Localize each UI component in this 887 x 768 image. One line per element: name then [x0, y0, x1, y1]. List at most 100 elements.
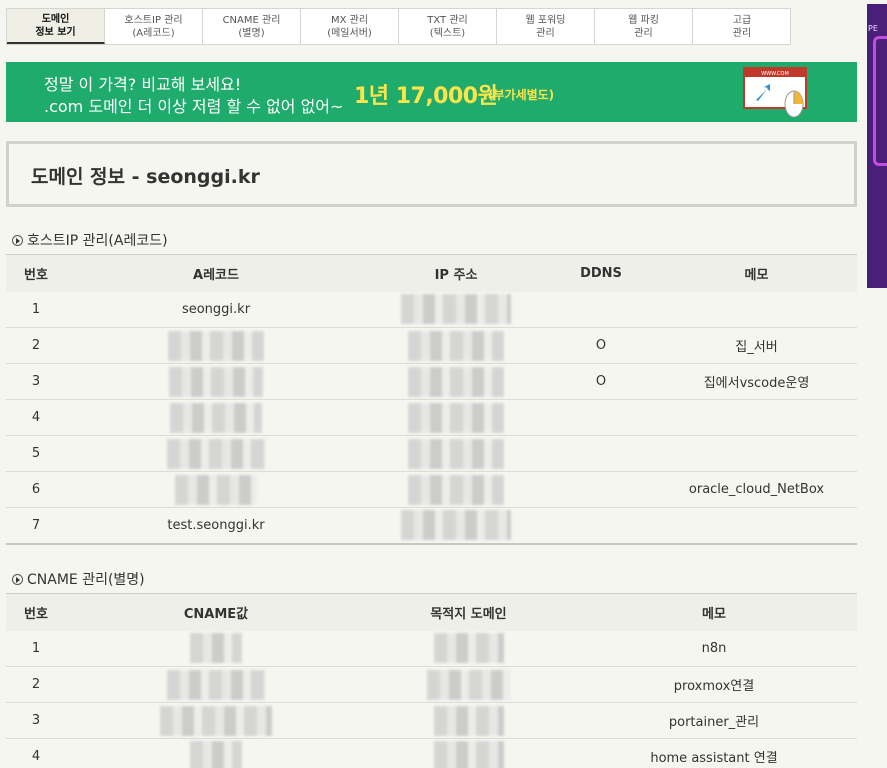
tab-0[interactable]: 도메인 정보 보기	[7, 9, 105, 44]
memo: 집에서vscode운영	[656, 363, 857, 400]
row-number: 7	[6, 507, 66, 545]
a-record-value	[66, 399, 366, 436]
tab-label-line1: MX 관리	[330, 14, 369, 26]
ip-address	[366, 399, 546, 436]
redacted-value	[190, 741, 242, 768]
ddns-flag	[546, 507, 656, 545]
tab-label-line1: 호스트IP 관리	[124, 14, 183, 26]
tab-label-line2: 정보 보기	[35, 26, 76, 38]
table-row[interactable]: 4 home assistant 연결	[6, 738, 857, 768]
a-record-value: seonggi.kr	[66, 291, 366, 328]
cname-value	[66, 630, 366, 667]
cname-value	[66, 738, 366, 768]
row-number: 2	[6, 666, 66, 703]
column-header: 목적지 도메인	[366, 593, 571, 631]
redacted-value	[401, 510, 511, 541]
memo: oracle_cloud_NetBox	[656, 471, 857, 508]
column-header: DDNS	[546, 254, 656, 292]
a-record-value	[66, 471, 366, 508]
table-row[interactable]: 6 oracle_cloud_NetBox	[6, 471, 857, 508]
table-row[interactable]: 1 seonggi.kr	[6, 291, 857, 328]
redacted-value	[433, 741, 504, 768]
table-row[interactable]: 5	[6, 435, 857, 472]
column-header: 번호	[6, 254, 66, 292]
ip-address	[366, 471, 546, 508]
memo	[656, 435, 857, 472]
tab-label-line2: (별명)	[238, 27, 265, 39]
ddns-flag: O	[546, 363, 656, 400]
illus-text: WWW.COM	[761, 71, 789, 77]
promo-banner[interactable]: 정말 이 가격? 비교해 보세요! .com 도메인 더 이상 저렴 할 수 없…	[6, 62, 857, 122]
table-row[interactable]: 4	[6, 399, 857, 436]
table-row[interactable]: 2 proxmox연결	[6, 666, 857, 703]
ddns-flag	[546, 291, 656, 328]
column-header: A레코드	[66, 254, 366, 292]
tab-6[interactable]: 웹 파킹 관리	[595, 9, 693, 44]
table-row[interactable]: 1 n8n	[6, 630, 857, 667]
memo	[656, 399, 857, 436]
page-title-box: 도메인 정보 - seonggi.kr	[6, 141, 857, 207]
column-header: CNAME값	[66, 593, 366, 631]
tab-label-line1: 고급	[732, 14, 752, 26]
ddns-flag	[546, 399, 656, 436]
tab-1[interactable]: 호스트IP 관리 (A레코드)	[105, 9, 203, 44]
a-record-value	[66, 363, 366, 400]
banner-vat: (부가세별도)	[488, 88, 555, 102]
table-row[interactable]: 3 O 집에서vscode운영	[6, 363, 857, 400]
redacted-value	[160, 705, 272, 736]
ip-address	[366, 291, 546, 328]
cname-table: 번호 CNAME값 목적지 도메인 메모 1 n8n 2 proxmox연결 3 portain…	[6, 593, 857, 768]
table-row[interactable]: 2 O 집_서버	[6, 327, 857, 364]
side-ad-label: PE	[868, 24, 878, 33]
tab-label-line1: 웹 포워딩	[525, 14, 566, 26]
destination-domain	[366, 630, 571, 667]
redacted-value	[167, 438, 265, 469]
row-number: 5	[6, 435, 66, 472]
ddns-flag	[546, 435, 656, 472]
ip-address	[366, 507, 546, 545]
tab-5[interactable]: 웹 포워딩 관리	[497, 9, 595, 44]
redacted-value	[167, 669, 265, 700]
tab-label-line1: 웹 파킹	[628, 14, 659, 26]
a-record-title-text: 호스트IP 관리(A레코드)	[27, 233, 168, 249]
tab-label-line1: CNAME 관리	[222, 14, 281, 26]
redacted-value	[175, 474, 257, 505]
redacted-value	[408, 366, 504, 397]
a-record-value	[66, 435, 366, 472]
column-header: 메모	[656, 254, 857, 292]
table-row[interactable]: 7 test.seonggi.kr	[6, 507, 857, 545]
banner-price: 1년 17,000원	[354, 84, 498, 109]
redacted-value	[433, 705, 504, 736]
page-title: 도메인 정보 - seonggi.kr	[31, 166, 260, 188]
redacted-value	[426, 669, 511, 700]
row-number: 3	[6, 702, 66, 739]
banner-line2: .com 도메인 더 이상 저렴 할 수 없어 없어~	[44, 97, 344, 116]
redacted-value	[433, 633, 504, 664]
tab-label-line2: 관리	[634, 27, 653, 39]
row-number: 6	[6, 471, 66, 508]
tab-label-line2: (텍스트)	[429, 27, 466, 39]
tab-label-line2: (A레코드)	[132, 27, 175, 39]
column-header: IP 주소	[366, 254, 546, 292]
memo	[656, 507, 857, 545]
row-number: 3	[6, 363, 66, 400]
ddns-flag	[546, 471, 656, 508]
cname-value	[66, 666, 366, 703]
redacted-value	[401, 294, 511, 325]
side-ad[interactable]: PE	[867, 4, 887, 288]
ip-address	[366, 327, 546, 364]
tab-3[interactable]: MX 관리 (메일서버)	[301, 9, 399, 44]
tab-label-line1: 도메인	[41, 13, 70, 25]
memo: 집_서버	[656, 327, 857, 364]
memo	[656, 291, 857, 328]
tab-7[interactable]: 고급 관리	[693, 9, 791, 44]
a-record-table: 번호 A레코드 IP 주소 DDNS 메모 1 seonggi.kr 2 O 집_서버 3 O 집에서…	[6, 254, 857, 545]
destination-domain	[366, 702, 571, 739]
destination-domain	[366, 738, 571, 768]
table-row[interactable]: 3 portainer_관리	[6, 702, 857, 739]
row-number: 4	[6, 399, 66, 436]
ip-address	[366, 363, 546, 400]
arrow-right-icon	[12, 234, 23, 246]
tab-4[interactable]: TXT 관리 (텍스트)	[399, 9, 497, 44]
tab-2[interactable]: CNAME 관리 (별명)	[203, 9, 301, 44]
